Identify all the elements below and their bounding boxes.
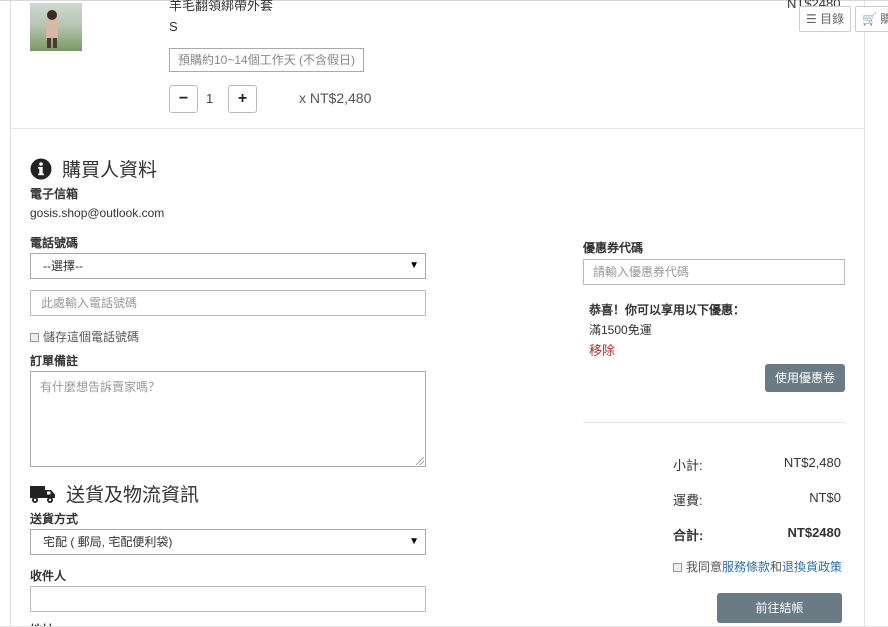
shipping-heading: 送貨及物流資訊 [30, 480, 199, 507]
resize-handle-icon[interactable] [416, 457, 424, 465]
total-value: NT$2480 [787, 525, 841, 540]
dropdown-arrow-icon: ▼ [409, 536, 419, 547]
coupon-input[interactable]: 請輸入優惠券代碼 [583, 259, 845, 285]
terms-link[interactable]: 服務條款 [722, 560, 770, 574]
cart-label: 購 [880, 12, 888, 26]
agree-terms-checkbox[interactable] [673, 563, 682, 573]
phone-input[interactable]: 此處輸入電話號碼 [30, 290, 426, 316]
checkout-page: 羊毛翻領綁帶外套 S 預購約10~14個工作天 (不含假日) − 1 + x N… [0, 0, 888, 627]
order-note-textarea[interactable]: 有什麼想告訴賣家嗎？ [30, 371, 426, 467]
email-value: gosis.shop@outlook.com [30, 206, 165, 220]
agree-and: 和 [770, 560, 783, 574]
coupon-label: 優惠券代碼 [583, 241, 644, 255]
agree-terms-row: 我同意服務條款和退換貨政策 [673, 558, 842, 575]
note-label: 訂單備註 [30, 354, 79, 368]
coupon-congrats: 恭喜！你可以享用以下優惠： [589, 303, 746, 317]
return-policy-link[interactable]: 退換貨政策 [782, 560, 842, 574]
product-size: S [169, 19, 178, 34]
truck-icon [30, 484, 56, 504]
checkout-button[interactable]: 前往結帳 [717, 593, 842, 623]
qty-value[interactable]: 1 [206, 91, 213, 106]
shipping-method-label: 送貨方式 [30, 512, 79, 526]
model-figure [46, 10, 58, 48]
recipient-input[interactable] [30, 586, 426, 612]
cart-button[interactable]: 🛒 購 [855, 6, 888, 32]
dropdown-arrow-icon: ▼ [409, 260, 419, 271]
country-code-select[interactable]: --選擇-- ▼ [30, 253, 426, 279]
save-phone-checkbox[interactable] [30, 333, 39, 343]
subtotal-value: NT$2,480 [783, 455, 841, 470]
preorder-note: 預購約10~14個工作天 (不含假日) [169, 48, 364, 72]
section-divider [11, 128, 864, 129]
country-code-value: --選擇-- [43, 259, 83, 273]
buyer-heading: 購買人資料 [30, 155, 157, 182]
save-phone-row[interactable]: 儲存這個電話號碼 [30, 328, 139, 345]
save-phone-label: 儲存這個電話號碼 [43, 330, 140, 344]
product-name[interactable]: 羊毛翻領綁帶外套 [169, 0, 273, 14]
catalog-button[interactable]: ☰ 目錄 [799, 6, 852, 32]
product-thumbnail[interactable] [30, 3, 82, 51]
total-label: 合計: [673, 528, 704, 543]
phone-label: 電話號碼 [30, 236, 79, 250]
remove-promo-link[interactable]: 移除 [589, 340, 615, 359]
buyer-heading-text: 購買人資料 [62, 160, 158, 181]
recipient-label: 收件人 [30, 569, 67, 583]
qty-plus-button[interactable]: + [228, 85, 257, 113]
catalog-label: 目錄 [820, 12, 845, 26]
apply-coupon-button[interactable]: 使用優惠卷 [765, 364, 845, 392]
shipping-fee-label: 運費: [673, 493, 703, 508]
promo-name: 滿1500免運 [589, 323, 652, 337]
info-icon [30, 158, 52, 180]
shipping-method-value: 宅配 ( 郵局, 宅配便利袋) [43, 535, 173, 549]
shipping-method-select[interactable]: 宅配 ( 郵局, 宅配便利袋) ▼ [30, 529, 426, 555]
summary-divider [583, 422, 845, 423]
shipping-heading-text: 送貨及物流資訊 [66, 485, 200, 506]
unit-price: x NT$2,480 [299, 90, 372, 106]
shipping-fee-value: NT$0 [809, 490, 841, 505]
subtotal-label: 小計: [673, 458, 703, 473]
cart-icon: 🛒 [862, 12, 877, 26]
qty-minus-button[interactable]: − [169, 85, 198, 113]
email-label: 電子信箱 [30, 187, 79, 201]
menu-icon: ☰ [806, 12, 817, 26]
order-note-placeholder: 有什麼想告訴賣家嗎？ [40, 380, 161, 394]
agree-prefix: 我同意 [686, 560, 723, 574]
